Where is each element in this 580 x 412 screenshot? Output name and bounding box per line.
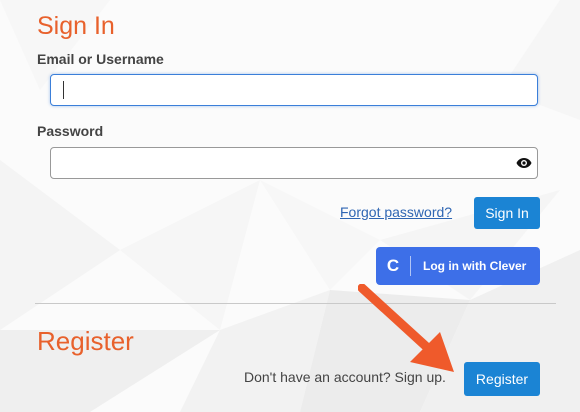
sign-in-page: Sign In Email or Username Password Forgo… [0, 0, 580, 412]
forgot-password-link[interactable]: Forgot password? [340, 204, 452, 220]
sign-in-title: Sign In [37, 12, 115, 40]
register-button[interactable]: Register [464, 362, 540, 396]
clever-separator [410, 256, 411, 276]
register-title: Register [37, 326, 134, 356]
password-label: Password [37, 123, 104, 139]
clever-logo-icon: C [386, 256, 400, 275]
sign-in-button[interactable]: Sign In [474, 197, 540, 229]
arrow-icon [358, 284, 454, 372]
email-label: Email or Username [37, 51, 164, 67]
text-caret [63, 81, 64, 99]
password-input[interactable] [50, 147, 538, 179]
sign-up-prompt: Don't have an account? Sign up. [244, 369, 446, 385]
section-divider [35, 303, 556, 304]
eye-icon[interactable] [516, 157, 532, 169]
email-input[interactable] [50, 74, 538, 106]
clever-button-label: Log in with Clever [423, 259, 527, 273]
log-in-with-clever-button[interactable]: C Log in with Clever [376, 247, 540, 285]
